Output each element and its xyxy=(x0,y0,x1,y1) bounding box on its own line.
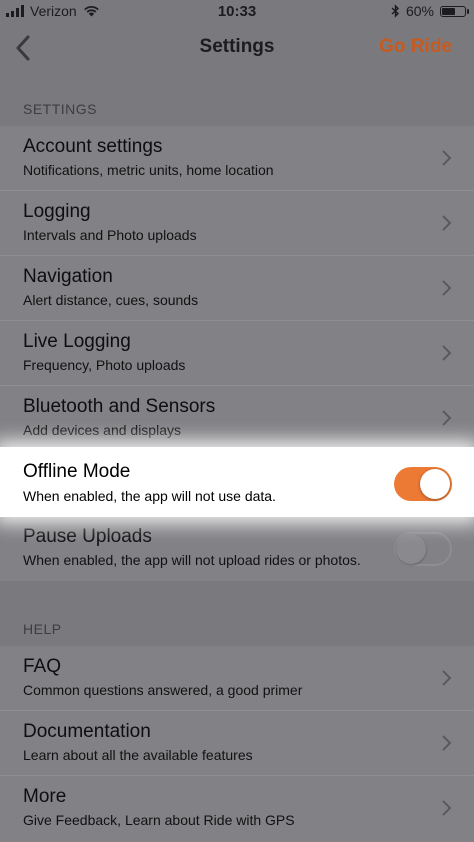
toggle-knob xyxy=(420,469,450,499)
chevron-right-icon xyxy=(442,670,452,686)
chevron-right-icon xyxy=(442,800,452,816)
chevron-right-icon xyxy=(442,150,452,166)
live-logging-row[interactable]: Live Logging Frequency, Photo uploads xyxy=(0,321,474,386)
row-label: Pause Uploads xyxy=(23,526,152,547)
bluetooth-icon xyxy=(391,4,399,18)
row-subtitle: Alert distance, cues, sounds xyxy=(23,292,199,308)
row-label: Account settings xyxy=(23,136,163,157)
help-group: FAQ Common questions answered, a good pr… xyxy=(0,646,474,842)
row-subtitle: Add devices and displays xyxy=(23,422,181,438)
row-label: Logging xyxy=(23,201,91,222)
offline-mode-toggle[interactable] xyxy=(394,467,452,501)
row-label: Documentation xyxy=(23,721,151,742)
logging-row[interactable]: Logging Intervals and Photo uploads xyxy=(0,191,474,256)
go-ride-button[interactable]: Go Ride xyxy=(379,36,452,58)
chevron-right-icon xyxy=(442,345,452,361)
navigation-bar: Settings Go Ride xyxy=(0,24,474,72)
row-subtitle: Intervals and Photo uploads xyxy=(23,227,197,243)
status-right: 60% xyxy=(391,3,469,19)
chevron-right-icon xyxy=(442,410,452,426)
offline-mode-row[interactable]: Offline Mode When enabled, the app will … xyxy=(0,447,474,517)
help-section-header: HELP xyxy=(23,621,62,637)
row-subtitle: Give Feedback, Learn about Ride with GPS xyxy=(23,812,295,828)
chevron-right-icon xyxy=(442,280,452,296)
row-subtitle: Frequency, Photo uploads xyxy=(23,357,186,373)
bluetooth-sensors-row[interactable]: Bluetooth and Sensors Add devices and di… xyxy=(0,386,474,451)
row-label: Navigation xyxy=(23,266,113,287)
row-subtitle: Notifications, metric units, home locati… xyxy=(23,162,274,178)
status-bar: Verizon 10:33 60% xyxy=(0,0,474,24)
chevron-right-icon xyxy=(442,735,452,751)
row-label: Offline Mode xyxy=(23,461,131,482)
row-label: Bluetooth and Sensors xyxy=(23,396,216,417)
row-label: FAQ xyxy=(23,656,62,677)
row-subtitle: When enabled, the app will not use data. xyxy=(23,488,276,504)
pause-uploads-row[interactable]: Pause Uploads When enabled, the app will… xyxy=(0,516,474,581)
row-subtitle: Learn about all the available features xyxy=(23,747,253,763)
account-settings-row[interactable]: Account settings Notifications, metric u… xyxy=(0,126,474,191)
row-subtitle: Common questions answered, a good primer xyxy=(23,682,303,698)
row-label: Live Logging xyxy=(23,331,131,352)
pause-uploads-toggle[interactable] xyxy=(394,532,452,566)
battery-icon xyxy=(440,5,469,17)
documentation-row[interactable]: Documentation Learn about all the availa… xyxy=(0,711,474,776)
row-label: More xyxy=(23,786,67,807)
navigation-row[interactable]: Navigation Alert distance, cues, sounds xyxy=(0,256,474,321)
more-row[interactable]: More Give Feedback, Learn about Ride wit… xyxy=(0,776,474,841)
settings-section-header: SETTINGS xyxy=(23,101,98,117)
toggle-knob xyxy=(396,534,426,564)
faq-row[interactable]: FAQ Common questions answered, a good pr… xyxy=(0,646,474,711)
row-subtitle: When enabled, the app will not upload ri… xyxy=(23,552,361,568)
chevron-right-icon xyxy=(442,215,452,231)
battery-percent: 60% xyxy=(405,3,434,19)
